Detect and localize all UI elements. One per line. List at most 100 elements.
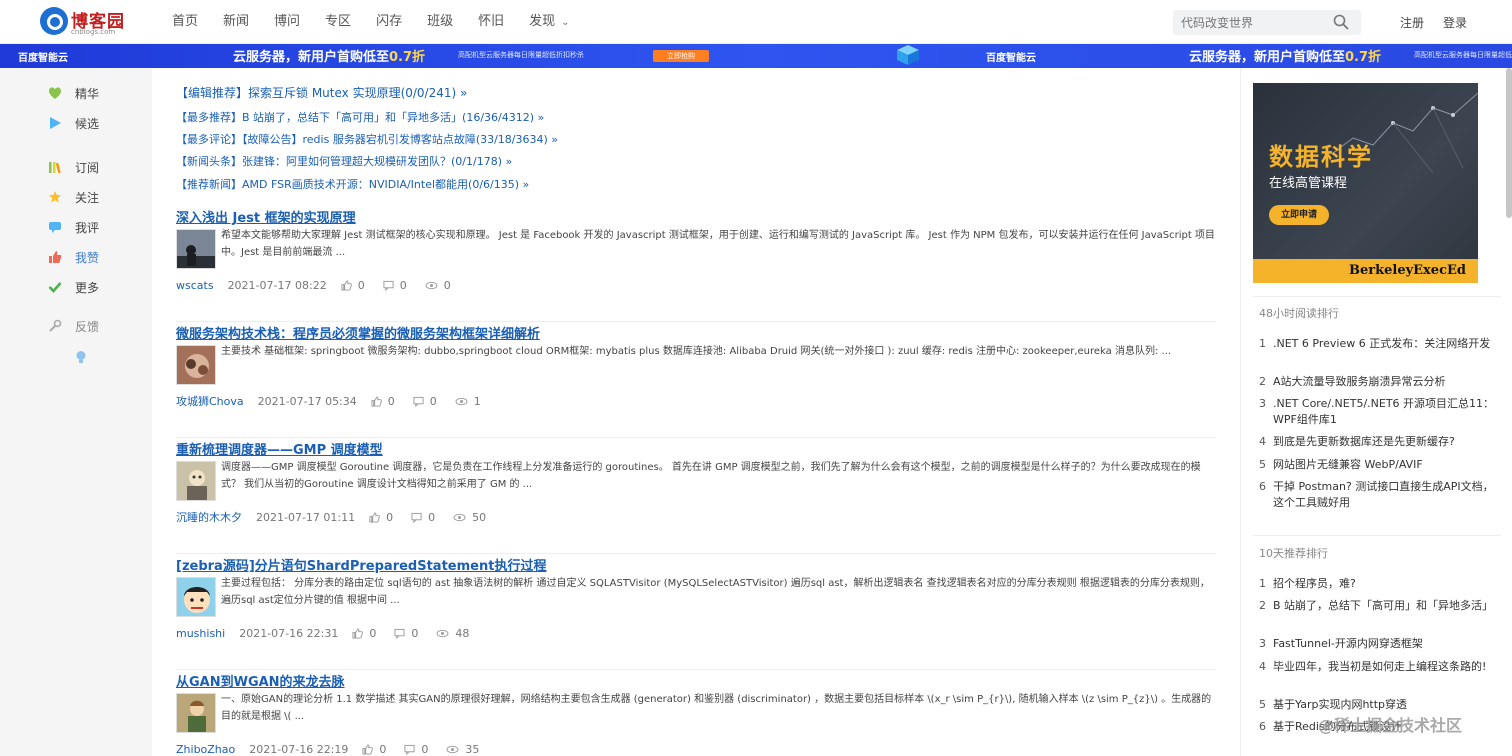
sidebar-item-featured[interactable]: 精华 [48, 83, 99, 103]
comment-count[interactable]: 0 [383, 279, 407, 292]
nav-nostalgia[interactable]: 怀旧 [478, 0, 504, 44]
nav-discover[interactable]: 发现 ⌄ [529, 0, 569, 44]
post-author[interactable]: mushishi [176, 627, 225, 640]
sidebar-item-tips[interactable] [74, 347, 101, 367]
nav-flash[interactable]: 闪存 [376, 0, 402, 44]
rank-link[interactable]: .NET Core/.NET5/.NET6 开源项目汇总11：WPF组件库1 [1273, 396, 1499, 428]
comment-count[interactable]: 0 [404, 743, 428, 756]
headline-recommended-news[interactable]: 【推荐新闻】AMD FSR画质技术开源：NVIDIA/Intel都能用(0/6/… [176, 176, 529, 192]
comment-count[interactable]: 0 [394, 627, 418, 640]
view-count-value: 0 [443, 278, 451, 292]
rank-link[interactable]: .NET 6 Preview 6 正式发布：关注网络开发 [1273, 336, 1499, 352]
banner-buy-button[interactable]: 立即抢购 [653, 50, 709, 62]
comment-icon [411, 512, 422, 523]
post-author[interactable]: 攻城狮Chova [176, 393, 244, 409]
like-count[interactable]: 0 [362, 743, 386, 756]
like-count[interactable]: 0 [352, 627, 376, 640]
post-author[interactable]: 沉睡的木木夕 [176, 509, 242, 525]
thumb-up-icon [352, 627, 364, 639]
like-count[interactable]: 0 [341, 279, 365, 292]
sidebar-item-my-likes[interactable]: 我赞 [48, 247, 99, 267]
post-title[interactable]: 微服务架构技术栈：程序员必须掌握的微服务架构框架详细解析 [176, 323, 540, 342]
rank-link[interactable]: 毕业四年，我当初是如何走上编程这条路的! [1273, 659, 1499, 675]
comment-count[interactable]: 0 [411, 511, 435, 524]
gem-icon [48, 86, 62, 100]
like-count[interactable]: 0 [369, 511, 393, 524]
rank-num: 1 [1259, 577, 1266, 590]
view-count-value: 35 [465, 742, 480, 756]
banner-highlight-2: 0.7折 [1345, 50, 1382, 65]
rank-link[interactable]: A站大流量导致服务崩溃异常云分析 [1273, 374, 1499, 390]
author-avatar[interactable] [176, 693, 216, 733]
author-avatar[interactable] [176, 577, 216, 617]
sidebar-item-more[interactable]: 更多 [48, 277, 99, 297]
post-meta: 攻城狮Chova 2021-07-17 05:34 0 0 1 [176, 393, 499, 409]
page-scrollbar[interactable] [1506, 68, 1512, 218]
sidebar-item-my-comments[interactable]: 我评 [48, 217, 99, 237]
post-meta: 沉睡的木木夕 2021-07-17 01:11 0 0 50 [176, 509, 504, 525]
post-author[interactable]: ZhiboZhao [176, 743, 235, 756]
divider [1253, 296, 1501, 297]
main-nav: 首页 新闻 博问 专区 闪存 班级 怀旧 发现 ⌄ [172, 0, 595, 44]
post-title[interactable]: [zebra源码]分片语句ShardPreparedStatement执行过程 [176, 555, 546, 574]
rank-link[interactable]: 到底是先更新数据库还是先更新缓存? [1273, 434, 1499, 450]
post-item: 深入浅出 Jest 框架的实现原理 希望本文能够帮助大家理解 Jest 测试框架… [176, 207, 1216, 322]
post-author[interactable]: wscats [176, 279, 214, 292]
rank-num: 1 [1259, 337, 1266, 350]
site-logo[interactable]: 博客园 cnblogs.com [40, 7, 140, 37]
nav-zone[interactable]: 专区 [325, 0, 351, 44]
like-count[interactable]: 0 [371, 395, 395, 408]
rank-num: 6 [1259, 480, 1266, 493]
thumb-icon [48, 250, 62, 264]
chevron-down-icon: ⌄ [561, 17, 570, 28]
headline-news-top[interactable]: 【新闻头条】张建锋：阿里如何管理超大规模研发团队？(0/1/178) » [176, 153, 512, 169]
rank-link[interactable]: B 站崩了，总结下「高可用」和「异地多活」 [1273, 598, 1499, 614]
sidebar-item-candidate[interactable]: 候选 [48, 113, 99, 133]
comment-count-value: 0 [428, 510, 436, 524]
rank-num: 2 [1259, 375, 1266, 388]
cube-icon [897, 45, 919, 65]
author-avatar[interactable] [176, 345, 216, 385]
ad-apply-button[interactable]: 立即申请 [1269, 205, 1329, 225]
post-item: [zebra源码]分片语句ShardPreparedStatement执行过程 … [176, 555, 1216, 670]
books-icon [48, 160, 62, 174]
rank-link[interactable]: 干掉 Postman? 测试接口直接生成API文档，这个工具贼好用 [1273, 479, 1499, 511]
rank-link[interactable]: 网站图片无缝兼容 WebP/AVIF [1273, 457, 1499, 473]
nav-class[interactable]: 班级 [427, 0, 453, 44]
headline-most-recommended[interactable]: 【最多推荐】B 站崩了，总结下「高可用」和「异地多活」(16/36/4312) … [176, 109, 544, 125]
sidebar-item-subscribe[interactable]: 订阅 [48, 157, 99, 177]
sidebar-label: 我赞 [75, 250, 100, 265]
rank-num: 3 [1259, 397, 1266, 410]
comment-count[interactable]: 0 [413, 395, 437, 408]
watermark: @稀土掘金技术社区 [1318, 716, 1463, 735]
nav-news[interactable]: 新闻 [223, 0, 249, 44]
headline-editor-pick[interactable]: 【编辑推荐】探索互斥锁 Mutex 实现原理(0/0/241) » [176, 84, 467, 101]
author-avatar[interactable] [176, 461, 216, 501]
wrench-icon [48, 319, 62, 333]
rank-link[interactable]: FastTunnel-开源内网穿透框架 [1273, 636, 1499, 652]
post-meta: wscats 2021-07-17 08:22 0 0 0 [176, 277, 469, 293]
author-avatar[interactable] [176, 229, 216, 269]
nav-ask[interactable]: 博问 [274, 0, 300, 44]
sidebar-item-feedback[interactable]: 反馈 [48, 316, 99, 336]
headline-most-commented[interactable]: 【最多评论】【故障公告】redis 服务器宕机引发博客站点故障(33/18/36… [176, 131, 558, 147]
sidebar-item-follow[interactable]: 关注 [48, 187, 99, 207]
search-icon[interactable] [1333, 14, 1349, 30]
post-title[interactable]: 重新梳理调度器——GMP 调度模型 [176, 439, 383, 458]
rank-link[interactable]: 招个程序员，难? [1273, 576, 1499, 592]
search-input[interactable] [1181, 12, 1321, 33]
nav-home[interactable]: 首页 [172, 0, 198, 44]
post-title[interactable]: 从GAN到WGAN的来龙去脉 [176, 671, 345, 690]
comment-icon [48, 220, 62, 234]
login-link[interactable]: 登录 [1443, 14, 1467, 31]
like-count-value: 0 [357, 278, 365, 292]
eye-icon [455, 396, 468, 407]
post-title[interactable]: 深入浅出 Jest 框架的实现原理 [176, 207, 356, 226]
ad-brand: BerkeleyExecEd [1349, 263, 1466, 278]
view-count-value: 1 [473, 394, 481, 408]
register-link[interactable]: 注册 [1400, 14, 1424, 31]
banner-main-a-2: 云服务器，新用户首购低至 [1189, 50, 1346, 65]
rank-link[interactable]: 基于Yarp实现内网http穿透 [1273, 697, 1499, 713]
promo-banner[interactable]: 百度智能云 云服务器，新用户首购低至0.7折 高配机型云服务器每日限量超低折扣秒… [0, 44, 1512, 68]
ad-berkeley[interactable]: 数据科学 在线高管课程 立即申请 BerkeleyExecEd [1253, 83, 1478, 283]
